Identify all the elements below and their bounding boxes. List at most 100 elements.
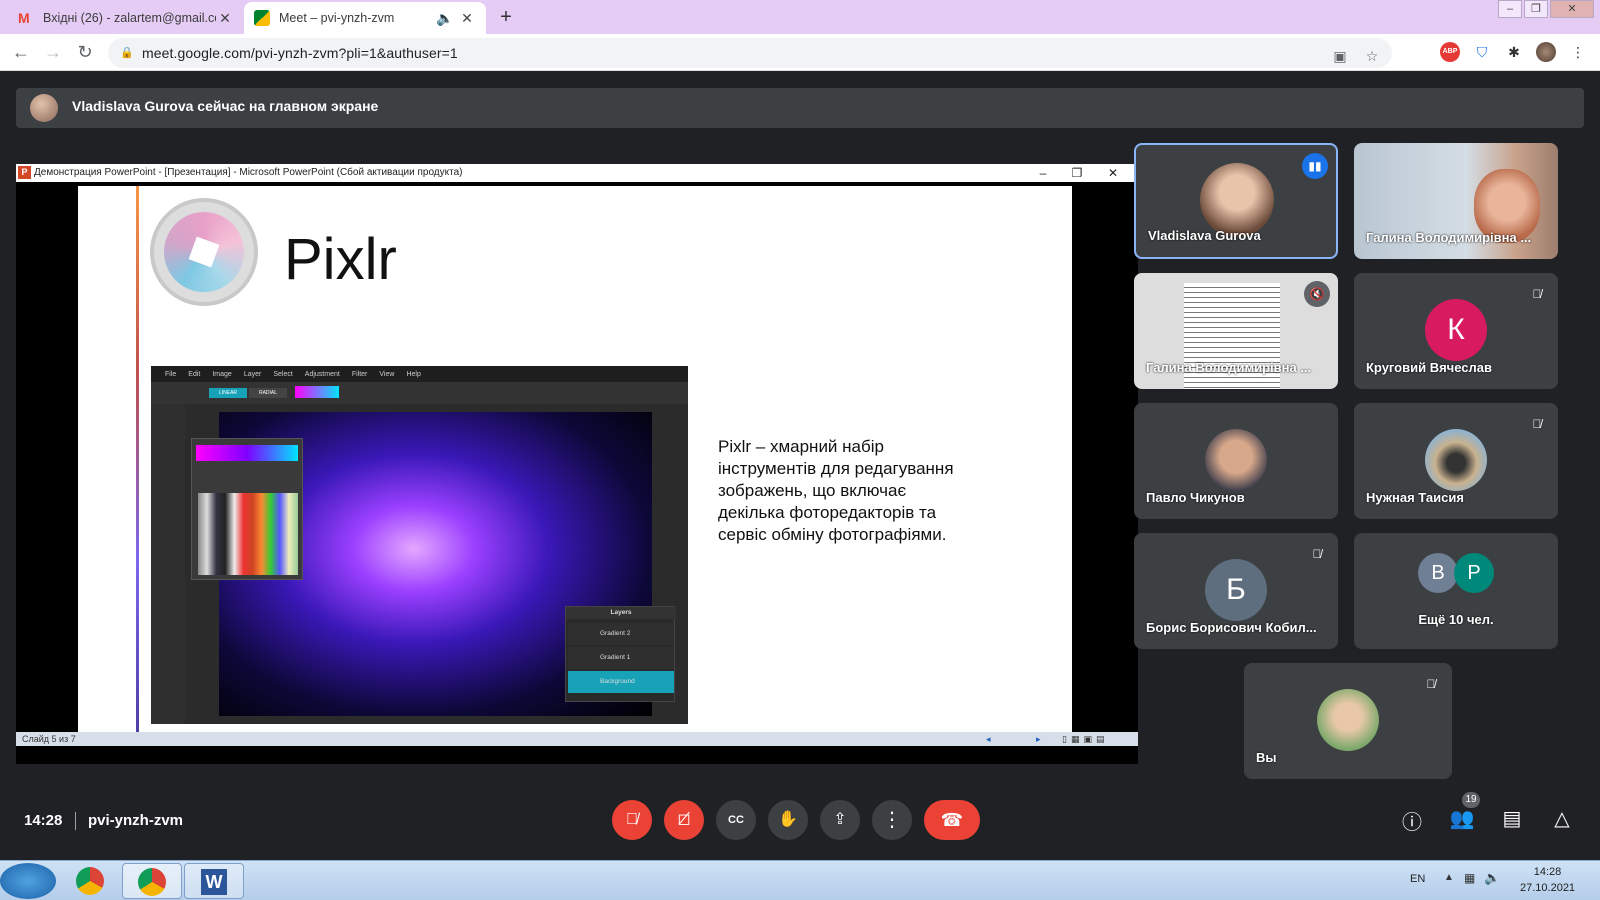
pixlr-logo <box>150 198 258 306</box>
participant-tile[interactable]: Галина Володимирівна ... <box>1354 143 1558 259</box>
tab-gmail[interactable]: M Вхідні (26) - zalartem@gmail.com ✕ <box>8 2 244 34</box>
participant-tile[interactable]: 🔇 Галина Володимирівна ... <box>1134 273 1338 389</box>
view-buttons-icon: ▯▦▣▤ <box>1062 734 1109 744</box>
more-participants-tile[interactable]: В Р Ещё 10 чел. <box>1354 533 1558 649</box>
more-options-button[interactable]: ⋮ <box>872 800 912 840</box>
editor-menu-bar: File Edit Image Layer Select Adjustment … <box>151 366 688 382</box>
participant-name: Вы <box>1256 750 1277 765</box>
editor-menu-item: File <box>165 370 177 378</box>
mic-off-icon: 🎙̸ <box>1532 287 1542 301</box>
network-icon[interactable]: ▦ <box>1464 871 1475 885</box>
language-indicator[interactable]: EN <box>1410 873 1425 885</box>
editor-menu-item: Edit <box>188 370 201 378</box>
clock-time: 14:28 <box>1533 866 1562 878</box>
address-bar[interactable]: 🔒 meet.google.com/pvi-ynzh-zvm?pli=1&aut… <box>108 38 1392 68</box>
editor-toolbox <box>151 404 185 724</box>
participant-name: Галина Володимирівна ... <box>1146 360 1312 375</box>
editor-menu-item: Filter <box>351 370 368 378</box>
word-icon[interactable]: W <box>184 863 244 899</box>
meeting-time: 14:28 <box>24 812 63 829</box>
powerpoint-titlebar: P Демонстрация PowerPoint - [Презентация… <box>16 164 1138 182</box>
participant-photo <box>1205 429 1267 491</box>
close-tab-icon[interactable]: ✕ <box>216 10 234 27</box>
speaking-icon: ▮▮ <box>1302 153 1328 179</box>
mic-off-icon: 🎙̸ <box>1532 417 1542 431</box>
browser-menu-icon[interactable]: ⋮ <box>1568 42 1588 62</box>
participant-name: Vladislava Gurova <box>1148 228 1261 243</box>
pp-restore-icon: ❐ <box>1071 166 1083 180</box>
adblock-icon[interactable]: ABP <box>1440 42 1460 62</box>
back-icon[interactable]: ← <box>10 42 32 63</box>
bookmark-star-icon[interactable]: ☆ <box>1362 46 1382 66</box>
extensions-icon[interactable]: ✱ <box>1504 42 1524 62</box>
pixlr-editor-screenshot: File Edit Image Layer Select Adjustment … <box>151 366 688 724</box>
minimize-button[interactable]: – <box>1498 0 1522 18</box>
volume-icon[interactable]: 🔈 <box>1484 870 1500 886</box>
reload-icon[interactable]: ↻ <box>74 42 96 63</box>
participant-tile[interactable]: К 🎙̸ Круговий Вячеслав <box>1354 273 1558 389</box>
tray-arrow-icon[interactable]: ▲ <box>1444 872 1454 883</box>
system-clock[interactable]: 14:28 27.10.2021 <box>1520 864 1575 896</box>
camera-blocked-icon[interactable]: ▣ <box>1330 46 1350 66</box>
slide-accent-line <box>136 186 139 746</box>
avatar <box>30 94 58 122</box>
shield-icon[interactable]: ⛉ <box>1472 42 1492 62</box>
banner-text: Vladislava Gurova сейчас на главном экра… <box>72 98 379 114</box>
next-slide-icon: ▸ <box>1036 734 1041 744</box>
participant-name: Галина Володимирівна ... <box>1366 230 1532 245</box>
meeting-info-icon[interactable]: ⓘ <box>1398 806 1426 834</box>
restore-button[interactable]: ❐ <box>1524 0 1548 18</box>
new-tab-button[interactable]: + <box>494 6 518 29</box>
editor-menu-item: View <box>379 370 395 378</box>
chrome-active-icon[interactable] <box>122 863 182 899</box>
tab-audio-icon[interactable]: 🔈 <box>436 10 454 27</box>
tab-title: Вхідні (26) - zalartem@gmail.com <box>43 11 216 25</box>
present-button[interactable]: ⇪ <box>820 800 860 840</box>
browser-tab-strip: M Вхідні (26) - zalartem@gmail.com ✕ Mee… <box>0 0 1600 34</box>
forward-icon[interactable]: → <box>42 42 64 63</box>
participant-tile[interactable]: ▮▮ Vladislava Gurova <box>1134 143 1338 259</box>
camera-off-button[interactable]: ◻̸ <box>664 800 704 840</box>
participant-tile[interactable]: Павло Чикунов <box>1134 403 1338 519</box>
editor-linear-option: LINEAR <box>209 388 247 398</box>
mic-off-icon: 🎙̸ <box>1426 677 1436 691</box>
editor-gradient-preview <box>295 386 339 398</box>
raise-hand-button[interactable]: ✋ <box>768 800 808 840</box>
captions-button[interactable]: CC <box>716 800 756 840</box>
tab-meet[interactable]: Meet – pvi-ynzh-zvm 🔈 ✕ <box>244 2 486 34</box>
self-tile[interactable]: 🎙̸ Вы <box>1244 663 1452 779</box>
participant-name: Павло Чикунов <box>1146 490 1245 505</box>
meeting-code: pvi-ynzh-zvm <box>88 812 184 829</box>
participant-name: Круговий Вячеслав <box>1366 360 1492 375</box>
activities-icon[interactable]: △ <box>1548 806 1576 834</box>
slide-title: Pixlr <box>284 227 397 292</box>
slide-counter: Слайд 5 из 7 <box>22 734 76 744</box>
profile-avatar[interactable] <box>1536 42 1556 62</box>
aperture-center <box>188 236 220 268</box>
close-tab-icon[interactable]: ✕ <box>458 10 476 27</box>
chrome-icon[interactable] <box>60 863 120 899</box>
participant-tile[interactable]: Б 🎙̸ Борис Борисович Кобил... <box>1134 533 1338 649</box>
participant-avatar: К <box>1425 299 1487 361</box>
layers-title: Layers <box>566 607 676 619</box>
layer-item: Gradient 2 <box>568 623 674 645</box>
people-icon[interactable]: 👥 <box>1448 806 1476 834</box>
leave-call-button[interactable]: ☎ <box>924 800 980 840</box>
participant-name: Борис Борисович Кобил... <box>1146 620 1317 635</box>
participant-tile[interactable]: 🎙̸ Нужная Таисия <box>1354 403 1558 519</box>
browser-toolbar: ← → ↻ 🔒 meet.google.com/pvi-ynzh-zvm?pli… <box>0 34 1600 71</box>
windows-taskbar: W EN ▲ ▦ 🔈 14:28 27.10.2021 <box>0 860 1600 900</box>
start-button[interactable] <box>0 863 56 899</box>
more-participants-label: Ещё 10 чел. <box>1418 612 1494 627</box>
editor-menu-item: Adjustment <box>304 370 340 378</box>
close-window-button[interactable]: ✕ <box>1550 0 1594 18</box>
layer-item: Gradient 1 <box>568 647 674 669</box>
layer-item: Background <box>568 671 674 693</box>
chat-icon[interactable]: ▤ <box>1498 806 1526 834</box>
presentation-stream[interactable]: P Демонстрация PowerPoint - [Презентация… <box>16 164 1138 764</box>
pp-close-icon: ✕ <box>1107 166 1119 180</box>
powerpoint-statusbar: Слайд 5 из 7 ◂ ▸ ▯▦▣▤ <box>16 732 1138 746</box>
pp-minimize-icon: – <box>1039 166 1047 180</box>
participant-count-badge: 19 <box>1462 792 1480 808</box>
mic-off-button[interactable]: 🎙̸ <box>612 800 652 840</box>
